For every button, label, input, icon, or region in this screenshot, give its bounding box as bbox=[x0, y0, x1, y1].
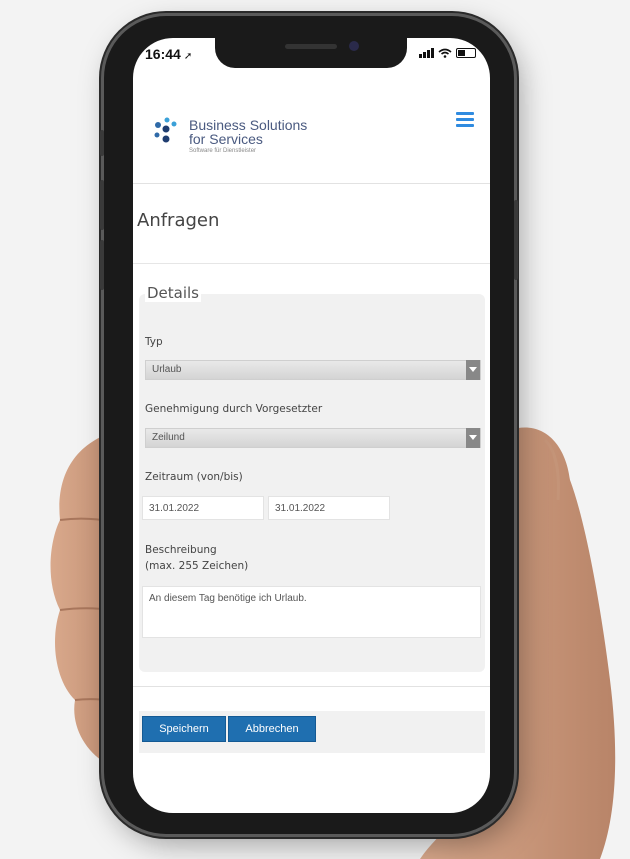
company-logo: Business Solutions for Services Software… bbox=[189, 118, 307, 154]
status-time-text: 16:44 bbox=[145, 46, 181, 62]
notch bbox=[215, 38, 407, 68]
phone-side-button bbox=[100, 130, 104, 156]
divider bbox=[133, 263, 490, 264]
chevron-down-icon bbox=[466, 428, 480, 448]
hamburger-menu-icon[interactable] bbox=[456, 112, 474, 127]
typ-label: Typ bbox=[145, 336, 163, 348]
page-title: Anfragen bbox=[137, 210, 220, 231]
phone-screen: 16:44 ➚ Business Solutions for Services S… bbox=[133, 38, 490, 813]
phone-volume-down bbox=[100, 240, 104, 290]
typ-select-value: Urlaub bbox=[152, 364, 182, 375]
status-time: 16:44 ➚ bbox=[145, 46, 192, 62]
period-label: Zeitraum (von/bis) bbox=[145, 471, 243, 483]
chevron-down-icon bbox=[466, 360, 480, 380]
wifi-icon bbox=[438, 48, 452, 58]
description-textarea[interactable]: An diesem Tag benötige ich Urlaub. bbox=[142, 586, 481, 638]
speaker-grille bbox=[285, 44, 337, 49]
battery-icon bbox=[456, 48, 476, 58]
description-limit-label: (max. 255 Zeichen) bbox=[145, 560, 249, 572]
cancel-button[interactable]: Abbrechen bbox=[228, 716, 316, 742]
company-logo-icon bbox=[154, 117, 177, 143]
date-from-input[interactable]: 31.01.2022 bbox=[142, 496, 264, 520]
description-label: Beschreibung bbox=[145, 544, 217, 556]
logo-tagline: Software für Dienstleister bbox=[189, 148, 257, 154]
divider bbox=[133, 686, 490, 687]
signal-icon bbox=[419, 48, 434, 58]
approval-select-value: Zeilund bbox=[152, 432, 185, 443]
logo-line2: for Services bbox=[189, 131, 263, 147]
app-header: Business Solutions for Services Software… bbox=[133, 94, 490, 184]
front-camera bbox=[349, 41, 359, 51]
location-icon: ➚ bbox=[183, 51, 193, 62]
phone-power-button bbox=[514, 200, 518, 280]
status-icons bbox=[419, 48, 476, 58]
typ-select[interactable]: Urlaub bbox=[145, 360, 481, 380]
details-legend: Details bbox=[145, 284, 202, 302]
approval-select[interactable]: Zeilund bbox=[145, 428, 481, 448]
phone-volume-up bbox=[100, 180, 104, 230]
save-button[interactable]: Speichern bbox=[142, 716, 226, 742]
approval-label: Genehmigung durch Vorgesetzter bbox=[145, 403, 323, 415]
logo-line1: Business Solutions bbox=[189, 117, 308, 133]
date-to-input[interactable]: 31.01.2022 bbox=[268, 496, 390, 520]
